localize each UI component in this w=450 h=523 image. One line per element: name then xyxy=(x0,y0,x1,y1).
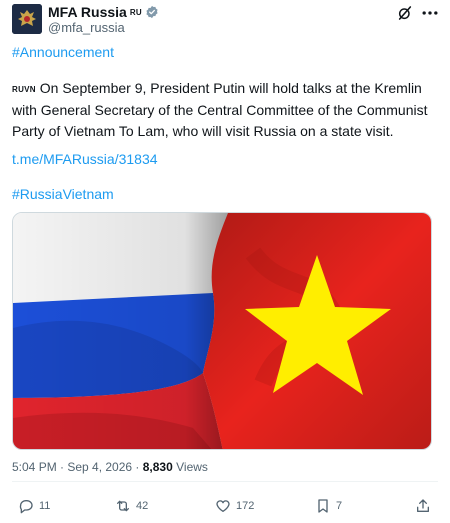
hashtag-russia-vietnam[interactable]: #RussiaVietnam xyxy=(12,186,114,202)
post-meta: 5:04 PM · Sep 4, 2026 · 8,830 Views xyxy=(12,460,208,474)
heart-icon xyxy=(216,500,230,512)
divider xyxy=(12,481,438,482)
reply-icon xyxy=(19,500,33,514)
bookmark-button[interactable]: 7 xyxy=(315,496,342,516)
author-name-row[interactable]: MFA Russia RU xyxy=(48,4,159,20)
country-tag: RU xyxy=(129,7,142,17)
repost-button[interactable]: 42 xyxy=(115,496,148,516)
like-count: 172 xyxy=(236,500,255,512)
post-text: RUVN On September 9, President Putin wil… xyxy=(12,78,442,142)
reply-count: 11 xyxy=(39,500,51,512)
views-count: 8,830 xyxy=(142,460,173,474)
post-image[interactable] xyxy=(12,212,432,450)
coat-of-arms-icon xyxy=(12,4,42,34)
like-button[interactable]: 172 xyxy=(215,496,254,516)
verified-badge-icon[interactable] xyxy=(145,5,159,19)
share-icon xyxy=(417,499,429,512)
post-body: On September 9, President Putin will hol… xyxy=(12,80,428,139)
share-button[interactable] xyxy=(415,496,431,516)
author-name[interactable]: MFA Russia xyxy=(48,4,127,20)
telegram-link[interactable]: t.me/MFARussia/31834 xyxy=(12,151,158,167)
timestamp[interactable]: 5:04 PM · Sep 4, 2026 xyxy=(12,460,132,474)
bookmark-count: 7 xyxy=(336,500,343,512)
country-tags: RUVN xyxy=(12,85,36,94)
more-options-icon[interactable] xyxy=(420,5,440,21)
views-label: Views xyxy=(172,460,208,474)
grok-icon[interactable] xyxy=(397,5,413,21)
bookmark-icon xyxy=(318,499,328,513)
reply-button[interactable]: 11 xyxy=(18,496,50,516)
tweet: MFA Russia RU @mfa_russia #Announcement … xyxy=(0,0,450,523)
author-handle[interactable]: @mfa_russia xyxy=(48,20,125,35)
action-bar: 11 42 172 7 xyxy=(0,496,450,516)
repost-icon xyxy=(117,500,129,512)
hashtag-announcement[interactable]: #Announcement xyxy=(12,44,114,60)
avatar[interactable] xyxy=(12,4,42,34)
repost-count: 42 xyxy=(136,500,149,512)
russia-vietnam-flags-image xyxy=(13,213,431,449)
meta-separator: · xyxy=(132,460,143,474)
